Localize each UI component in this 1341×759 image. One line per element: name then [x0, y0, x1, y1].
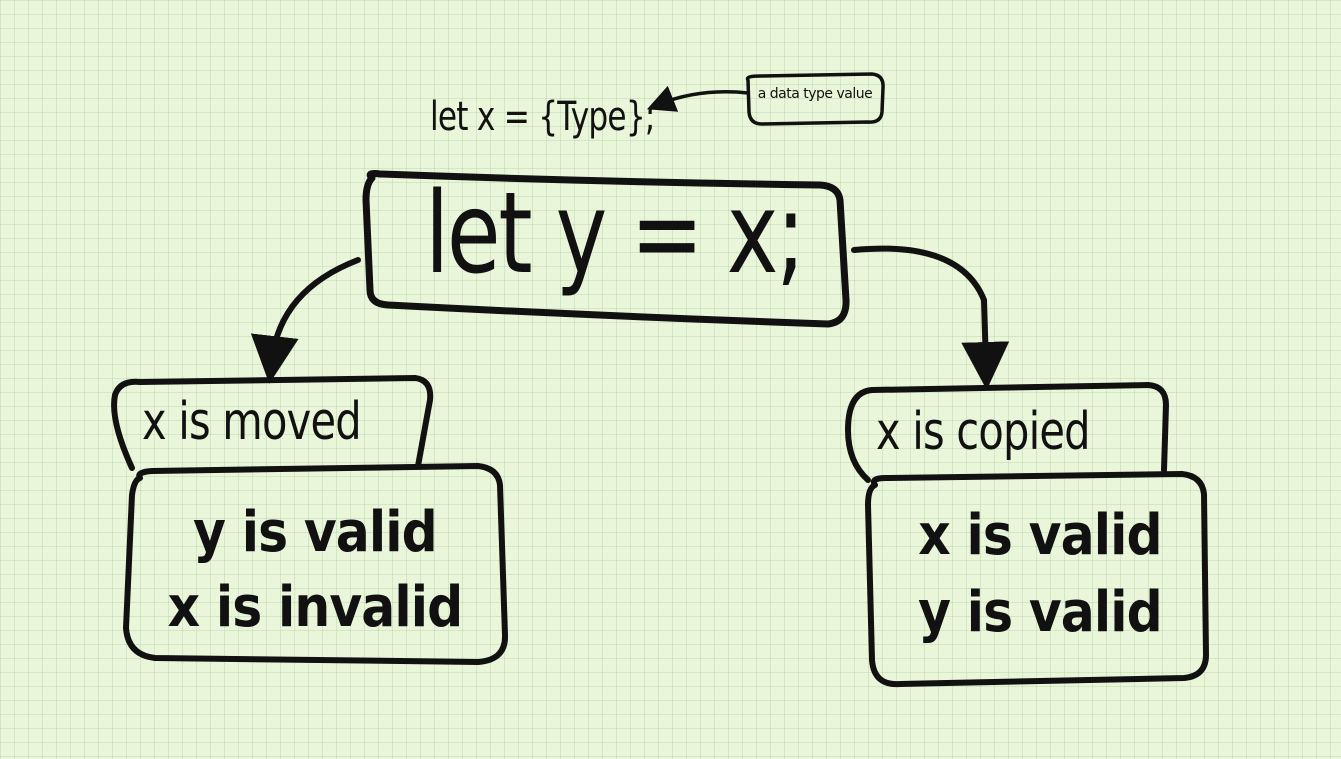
- declaration-code: let x = {Type};: [430, 94, 655, 140]
- diagram-canvas: [111, 72, 1209, 688]
- annotation-arrow: [646, 85, 750, 112]
- copied-result-1: x is valid: [918, 503, 1162, 568]
- moved-label: x is moved: [142, 392, 362, 452]
- right-branch-arrow: [851, 245, 1010, 390]
- moved-result-1: y is valid: [193, 500, 438, 565]
- moved-result-2: x is invalid: [167, 575, 464, 640]
- assignment-code: let y = x;: [425, 169, 806, 299]
- copied-result-2: y is valid: [918, 580, 1163, 645]
- annotation-label: a data type value: [757, 86, 873, 102]
- left-branch-arrow: [250, 257, 361, 384]
- copied-label: x is copied: [876, 402, 1091, 462]
